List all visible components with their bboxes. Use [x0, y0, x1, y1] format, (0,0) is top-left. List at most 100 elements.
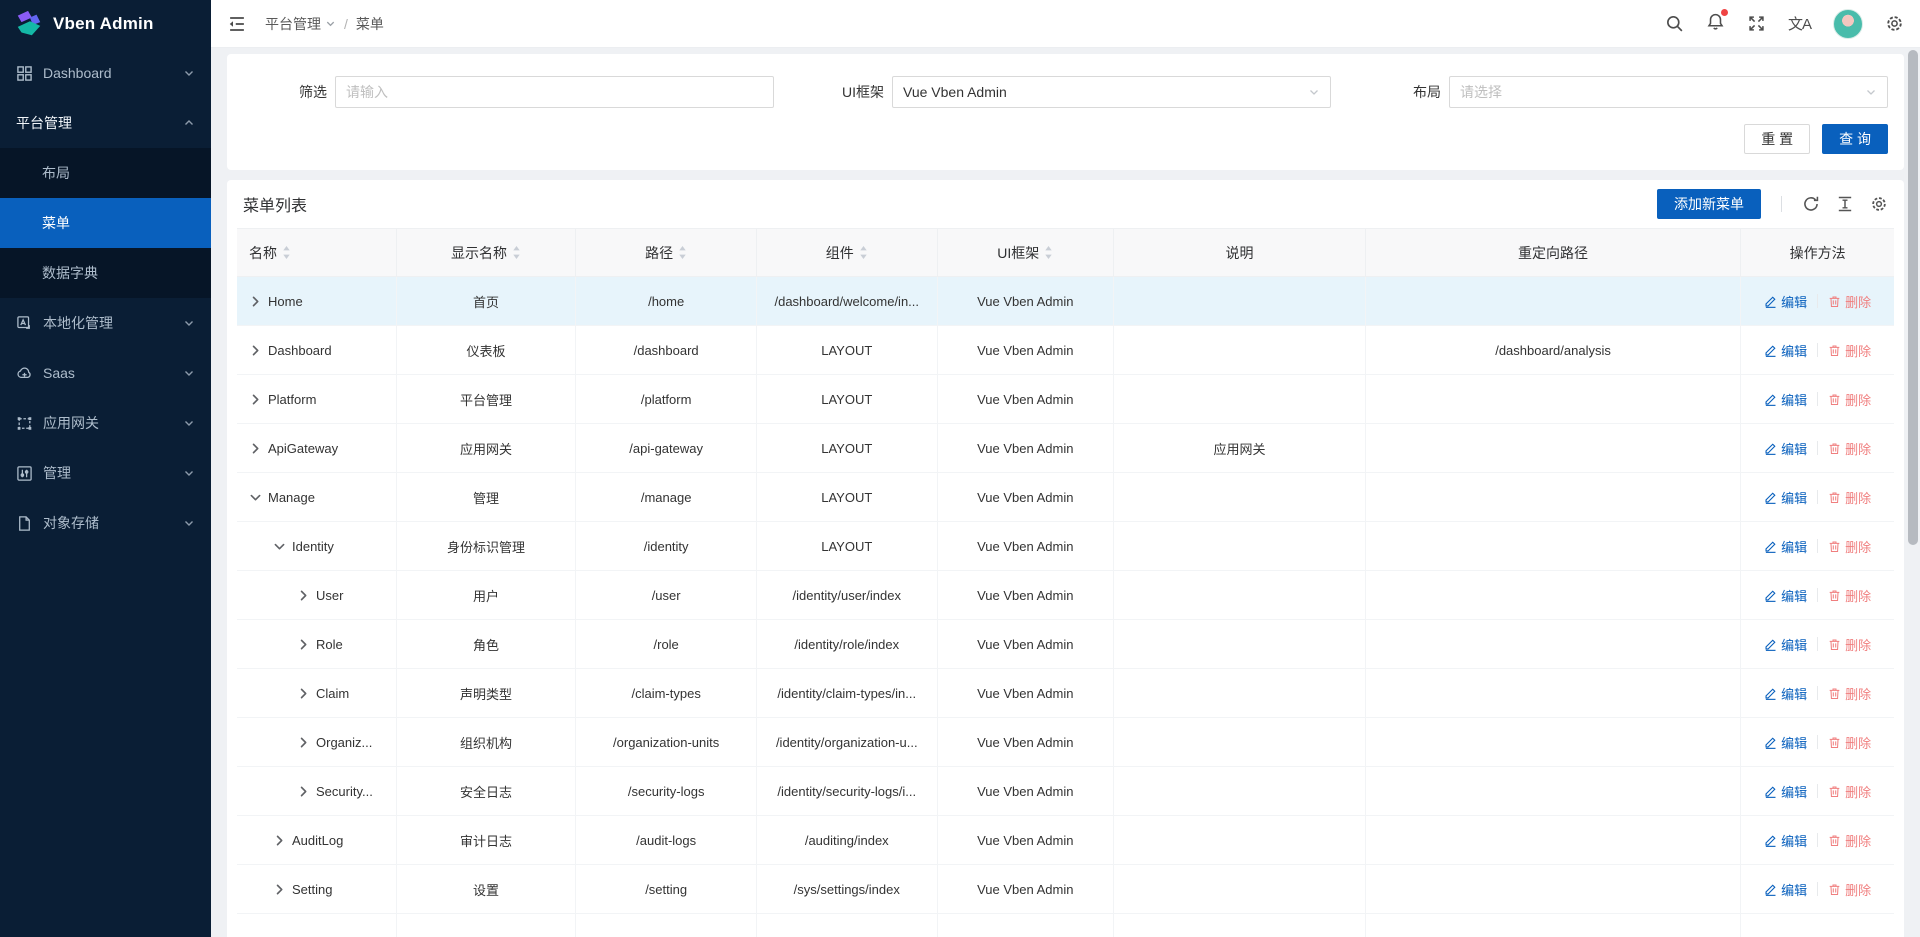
delete-button[interactable]: 删除 — [1828, 586, 1871, 605]
fullscreen-icon[interactable] — [1747, 14, 1766, 33]
breadcrumb-current[interactable]: 菜单 — [356, 14, 384, 34]
table-settings-gear-icon[interactable] — [1870, 195, 1888, 213]
delete-button[interactable]: 删除 — [1828, 635, 1871, 654]
edit-pencil-icon — [1764, 442, 1777, 455]
row-height-icon[interactable] — [1836, 195, 1854, 213]
search-icon[interactable] — [1665, 14, 1684, 33]
sidebar-item-saas[interactable]: Saas — [0, 348, 211, 398]
delete-label: 删除 — [1845, 390, 1871, 409]
delete-button[interactable]: 删除 — [1828, 390, 1871, 409]
delete-button[interactable]: 删除 — [1828, 488, 1871, 507]
table-row[interactable]: Home首页/home/dashboard/welcome/in...Vue V… — [237, 277, 1894, 326]
table-row[interactable]: Identity身份标识管理/identityLAYOUTVue Vben Ad… — [237, 522, 1894, 571]
filter-input[interactable] — [335, 76, 774, 108]
layout-select[interactable]: 请选择 — [1449, 76, 1888, 108]
table-row[interactable]: Dashboard仪表板/dashboardLAYOUTVue Vben Adm… — [237, 326, 1894, 375]
edit-pencil-icon — [1764, 589, 1777, 602]
expand-chevron-icon[interactable] — [249, 344, 262, 357]
edit-button[interactable]: 编辑 — [1764, 341, 1807, 360]
table-row[interactable]: Role角色/role/identity/role/indexVue Vben … — [237, 620, 1894, 669]
delete-button[interactable]: 删除 — [1828, 782, 1871, 801]
table-row[interactable]: ApiGateway应用网关/api-gatewayLAYOUTVue Vben… — [237, 424, 1894, 473]
logo[interactable]: Vben Admin — [0, 0, 211, 48]
edit-button[interactable]: 编辑 — [1764, 390, 1807, 409]
delete-trash-icon — [1828, 687, 1841, 700]
edit-button[interactable]: 编辑 — [1764, 684, 1807, 703]
sidebar-item-storage[interactable]: 对象存储 — [0, 498, 211, 548]
expand-chevron-icon[interactable] — [297, 638, 310, 651]
edit-button[interactable]: 编辑 — [1764, 586, 1807, 605]
content: 筛选 UI框架 Vue Vben Admin 布局 请选择 — [211, 48, 1920, 937]
vertical-scrollbar[interactable] — [1908, 50, 1918, 545]
table-row[interactable]: Manage管理/manageLAYOUTVue Vben Admin编辑删除 — [237, 473, 1894, 522]
expand-chevron-icon[interactable] — [273, 834, 286, 847]
table-row[interactable]: Security...安全日志/security-logs/identity/s… — [237, 767, 1894, 816]
refresh-icon[interactable] — [1802, 195, 1820, 213]
delete-button[interactable]: 删除 — [1828, 684, 1871, 703]
sidebar-item-platform[interactable]: 平台管理 — [0, 98, 211, 148]
sidebar-item-menu[interactable]: 菜单 — [0, 198, 211, 248]
edit-button[interactable]: 编辑 — [1764, 292, 1807, 311]
expand-chevron-icon[interactable] — [249, 491, 262, 504]
edit-button[interactable]: 编辑 — [1764, 782, 1807, 801]
row-name-label: Platform — [268, 392, 316, 407]
cell-component: /identity/role/index — [756, 620, 937, 669]
row-name-label: Security... — [316, 784, 373, 799]
delete-button[interactable]: 删除 — [1828, 831, 1871, 850]
expand-chevron-icon[interactable] — [273, 540, 286, 553]
avatar[interactable] — [1833, 9, 1863, 39]
edit-button[interactable]: 编辑 — [1764, 537, 1807, 556]
column-header[interactable]: 名称 — [237, 229, 396, 277]
sidebar-item-dict[interactable]: 数据字典 — [0, 248, 211, 298]
sidebar-item-localization[interactable]: 本地化管理 — [0, 298, 211, 348]
reset-button[interactable]: 重 置 — [1744, 124, 1810, 154]
edit-button[interactable]: 编辑 — [1764, 733, 1807, 752]
collapse-sidebar-icon[interactable] — [227, 14, 247, 34]
expand-chevron-icon[interactable] — [297, 785, 310, 798]
column-header[interactable]: UI框架 — [937, 229, 1113, 277]
delete-button[interactable]: 删除 — [1828, 439, 1871, 458]
column-header[interactable]: 路径 — [576, 229, 757, 277]
ui-framework-select[interactable]: Vue Vben Admin — [892, 76, 1331, 108]
expand-chevron-icon[interactable] — [297, 736, 310, 749]
expand-chevron-icon[interactable] — [297, 589, 310, 602]
delete-button[interactable]: 删除 — [1828, 537, 1871, 556]
sidebar-item-dashboard[interactable]: Dashboard — [0, 48, 211, 98]
table-row[interactable]: Organiz...组织机构/organization-units/identi… — [237, 718, 1894, 767]
cell-redirect — [1365, 865, 1740, 914]
cell-description — [1114, 277, 1366, 326]
sidebar-item-layout[interactable]: 布局 — [0, 148, 211, 198]
expand-chevron-icon[interactable] — [273, 883, 286, 896]
sidebar-item-manage[interactable]: 管理 — [0, 448, 211, 498]
breadcrumb-parent[interactable]: 平台管理 — [265, 14, 336, 34]
edit-button[interactable]: 编辑 — [1764, 439, 1807, 458]
expand-chevron-icon[interactable] — [249, 393, 262, 406]
query-button[interactable]: 查 询 — [1822, 124, 1888, 154]
cell-ui-framework: Vue Vben Admin — [937, 865, 1113, 914]
edit-button[interactable]: 编辑 — [1764, 488, 1807, 507]
delete-button[interactable]: 删除 — [1828, 733, 1871, 752]
delete-button[interactable]: 删除 — [1828, 880, 1871, 899]
expand-chevron-icon[interactable] — [249, 295, 262, 308]
expand-chevron-icon[interactable] — [297, 687, 310, 700]
expand-chevron-icon[interactable] — [249, 442, 262, 455]
notifications-button[interactable] — [1706, 12, 1725, 36]
column-header[interactable]: 显示名称 — [396, 229, 576, 277]
add-menu-button[interactable]: 添加新菜单 — [1657, 189, 1761, 219]
cell-path: /platform — [576, 375, 757, 424]
table-row[interactable]: Claim声明类型/claim-types/identity/claim-typ… — [237, 669, 1894, 718]
table-row[interactable]: User用户/user/identity/user/indexVue Vben … — [237, 571, 1894, 620]
column-header[interactable]: 组件 — [756, 229, 937, 277]
translate-icon[interactable]: 文A — [1788, 13, 1811, 34]
edit-button[interactable]: 编辑 — [1764, 831, 1807, 850]
table-row[interactable]: AuditLog审计日志/audit-logs/auditing/indexVu… — [237, 816, 1894, 865]
table-row[interactable]: Platform平台管理/platformLAYOUTVue Vben Admi… — [237, 375, 1894, 424]
table-row[interactable]: Setting设置/setting/sys/settings/indexVue … — [237, 865, 1894, 914]
edit-button[interactable]: 编辑 — [1764, 880, 1807, 899]
edit-button[interactable]: 编辑 — [1764, 635, 1807, 654]
gear-icon[interactable] — [1885, 14, 1904, 33]
sidebar-menu: Dashboard 平台管理 布局 菜单 数据字典 — [0, 48, 211, 937]
delete-button[interactable]: 删除 — [1828, 341, 1871, 360]
delete-button[interactable]: 删除 — [1828, 292, 1871, 311]
sidebar-item-gateway[interactable]: 应用网关 — [0, 398, 211, 448]
